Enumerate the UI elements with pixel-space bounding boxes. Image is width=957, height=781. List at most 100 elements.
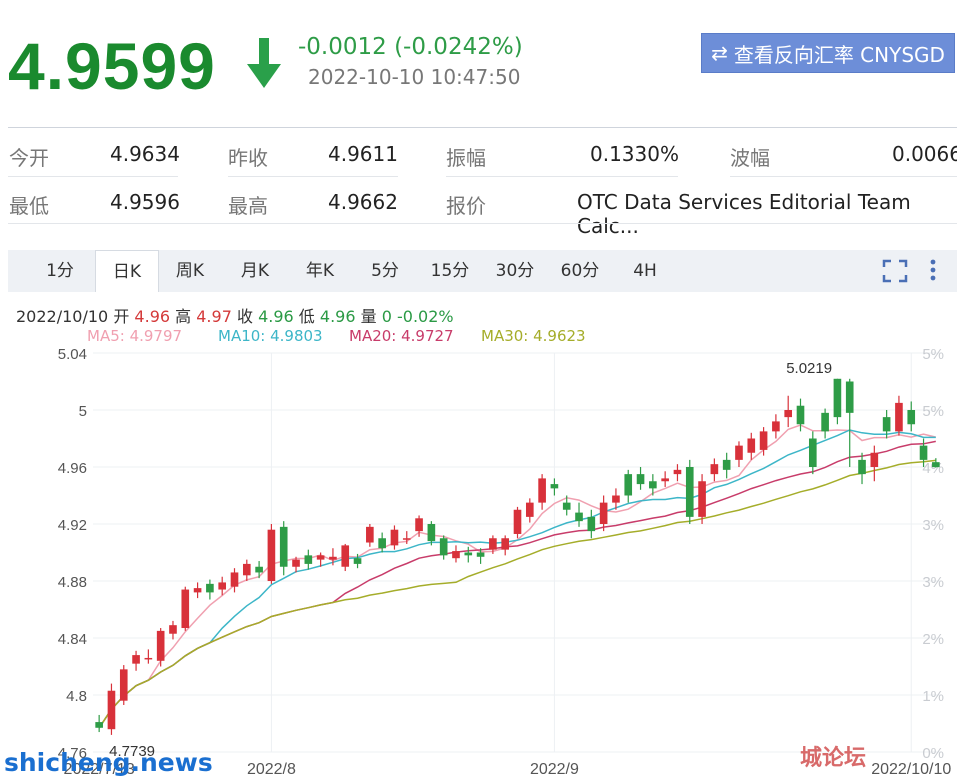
open-label: 今开 [9, 146, 49, 170]
candle-body [427, 524, 436, 542]
watermark-left: shicheng.news [4, 748, 213, 777]
candle-body [353, 558, 362, 564]
candle-body [366, 526, 374, 543]
x-tick-label: 2022/10/10 [871, 761, 951, 778]
y-tick-label: 4.88 [58, 574, 87, 591]
candle-body [698, 481, 706, 517]
candle-body [501, 538, 510, 550]
candle-body [476, 552, 485, 557]
candle-body [292, 559, 300, 567]
ohlc-open: 4.96 [134, 307, 171, 326]
open-value: 4.9634 [110, 142, 180, 166]
candle-body [870, 452, 879, 467]
candle-body [550, 484, 559, 489]
ohlc-close: 4.96 [258, 307, 294, 326]
low-value: 4.9596 [110, 190, 180, 214]
candle-body [858, 459, 866, 475]
candle-body [132, 655, 140, 664]
y-tick-label: 5.04 [58, 346, 87, 363]
tab-4h[interactable]: 4H [615, 250, 675, 292]
ma30-line [98, 459, 936, 729]
pct-tick-label: 5% [922, 403, 944, 420]
candle-body [907, 410, 916, 425]
ma5-legend: MA5: 4.9797 [87, 327, 183, 345]
candle-body [439, 538, 448, 556]
candle-body [206, 583, 214, 593]
period-tabs: 1分 日K 周K 月K 年K 5分 15分 30分 60分 4H [8, 250, 957, 292]
reverse-rate-label: 查看反向汇率 CNYSGD [733, 42, 945, 67]
ma20-line [98, 440, 936, 729]
candlestick-chart: 5.04 5%5 5%4.96 4%4.92 3%4.88 3%4.84 2%4.8 1%4.… [58, 346, 952, 778]
candle-body [661, 478, 669, 482]
tab-60min[interactable]: 60分 [550, 250, 610, 292]
y-tick-label: 4.84 [58, 631, 87, 648]
tab-1min[interactable]: 1分 [30, 250, 90, 292]
tab-daily[interactable]: 日K [95, 250, 159, 292]
candle-body [169, 625, 177, 634]
candle-body [95, 722, 103, 728]
x-tick-label: 2022/8 [247, 761, 296, 778]
x-tick-label: 2022/9 [530, 761, 579, 778]
candle-body [882, 417, 891, 432]
y-tick-label: 5 [79, 403, 87, 420]
ma30-legend: MA30: 4.9623 [481, 327, 586, 345]
candle-body [304, 555, 313, 564]
candle-body [784, 410, 793, 418]
current-price: 4.9599 [8, 29, 216, 103]
candle-body [932, 462, 940, 468]
candle-body [181, 589, 190, 629]
candle-body [452, 551, 460, 559]
candle-body [919, 445, 928, 460]
candle-body [845, 381, 854, 413]
ohlc-date: 2022/10/10 [16, 307, 109, 326]
candle-body [144, 657, 153, 660]
amplitude-value: 0.1330% [590, 142, 679, 166]
candle-body [329, 556, 337, 560]
low-label: 最低 [9, 194, 49, 218]
candle-body [390, 529, 399, 546]
high-label: 最高 [228, 194, 268, 218]
candle-body [193, 588, 202, 593]
pct-tick-label: 5% [922, 346, 944, 363]
candle-body [685, 467, 694, 517]
candle-body [513, 509, 522, 534]
candle-body [759, 431, 768, 450]
tab-30min[interactable]: 30分 [485, 250, 545, 292]
candle-body [242, 563, 251, 576]
candle-body [562, 502, 571, 510]
ohlc-high-label: 高 [175, 307, 192, 326]
candle-body [722, 459, 731, 470]
fullscreen-icon[interactable] [882, 259, 908, 283]
candle-body [279, 526, 288, 567]
amplitude-label: 振幅 [446, 146, 486, 170]
candle-body [821, 412, 829, 432]
tab-5min[interactable]: 5分 [355, 250, 415, 292]
pct-tick-label: 4% [922, 460, 944, 477]
candle-body [402, 538, 411, 540]
annotation-label: 5.0219 [786, 360, 832, 377]
more-menu-icon[interactable] [926, 258, 940, 284]
candle-body [218, 582, 227, 590]
prev-close-value: 4.9611 [328, 142, 398, 166]
ohlc-low: 4.96 [319, 307, 356, 326]
candle-body [255, 566, 263, 573]
ohlc-open-label: 开 [113, 307, 130, 326]
ohlc-vol: 0 [381, 307, 392, 326]
y-tick-label: 4.96 [58, 460, 87, 477]
reverse-rate-button[interactable]: ⇄ 查看反向汇率 CNYSGD [701, 33, 955, 73]
ohlc-high: 4.97 [196, 307, 232, 326]
candle-body [747, 438, 756, 453]
quote-source: OTC Data Services Editorial Team Calc... [577, 190, 911, 238]
candle-body [587, 516, 596, 532]
candle-body [796, 405, 805, 425]
tab-yearly[interactable]: 年K [290, 250, 350, 292]
tab-15min[interactable]: 15分 [420, 250, 480, 292]
tab-weekly[interactable]: 周K [160, 250, 220, 292]
candle-body [710, 464, 719, 475]
candle-body [107, 690, 116, 730]
ma10-line [98, 429, 936, 729]
ohlc-pct: -0.02% [397, 307, 454, 326]
ma10-legend: MA10: 4.9803 [218, 327, 323, 345]
tab-monthly[interactable]: 月K [225, 250, 285, 292]
ma5-line [98, 424, 936, 729]
